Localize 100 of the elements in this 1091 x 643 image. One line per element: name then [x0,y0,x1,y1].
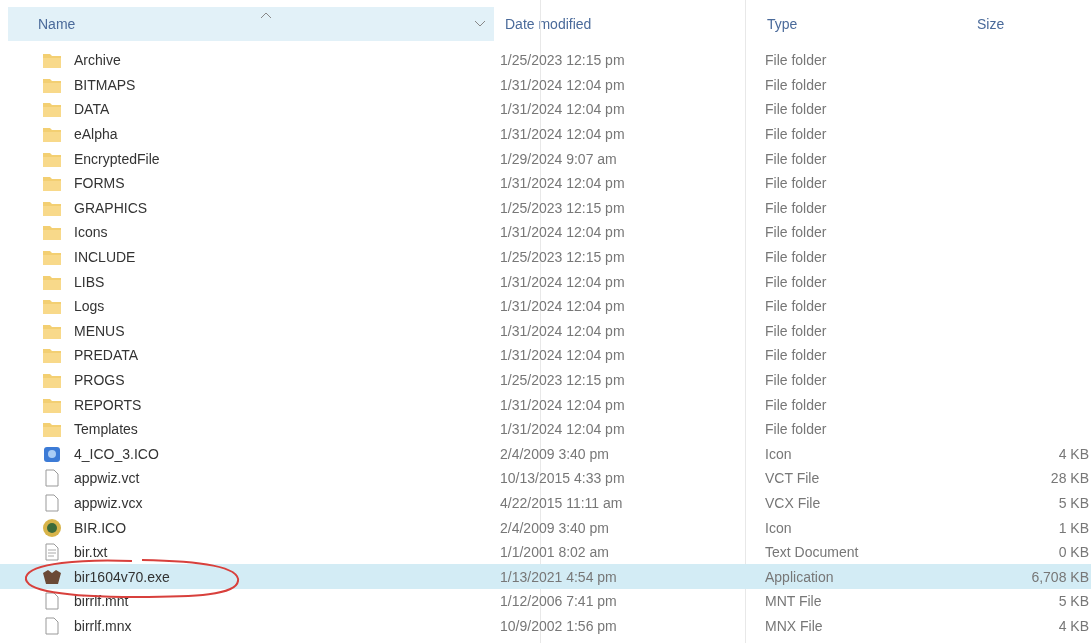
date-modified: 1/31/2024 12:04 pm [500,396,626,413]
date-modified: 1/31/2024 12:04 pm [500,76,626,93]
file-name: REPORTS [74,396,142,413]
file-type: File folder [764,175,828,192]
file-name: appwiz.vcx [74,495,143,511]
date-modified: 1/25/2023 12:15 pm [500,199,626,216]
text-file-icon [42,542,62,563]
file-row[interactable]: Templates 1/31/2024 12:04 pm File folder [0,416,1091,442]
file-row[interactable]: Logs 1/31/2024 12:04 pm File folder [0,293,1091,319]
file-row[interactable]: GRAPHICS 1/25/2023 12:15 pm File folder [0,195,1091,221]
file-row[interactable]: MENUS 1/31/2024 12:04 pm File folder [0,318,1091,344]
file-type: File folder [764,224,828,241]
date-modified: 1/25/2023 12:15 pm [500,372,626,388]
file-row[interactable]: bir1604v70.exe 1/13/2021 4:54 pm Application 6,708 KB [0,564,1091,590]
file-row[interactable]: PROGS 1/25/2023 12:15 pm File folder [0,367,1091,393]
file-type: File folder [764,150,828,167]
file-type: File folder [764,372,828,388]
file-row[interactable]: birrlf.mnx 10/9/2002 1:56 pm MNX File 4 KB [0,613,1091,639]
file-icon [42,591,62,612]
date-modified: 1/31/2024 12:04 pm [500,101,626,118]
file-type: File folder [764,322,828,339]
date-modified: 1/31/2024 12:04 pm [500,421,626,438]
file-type: File folder [764,347,828,364]
file-size: 0 KB [1057,544,1090,561]
file-size: 5 KB [1057,593,1090,610]
file-type: File folder [764,76,828,93]
date-modified: 10/13/2015 4:33 pm [500,470,626,487]
file-row[interactable]: INCLUDE 1/25/2023 12:15 pm File folder [0,244,1091,270]
file-size: 4 KB [1057,617,1090,634]
file-type: File folder [764,199,828,216]
column-header[interactable]: Size [965,16,1091,32]
file-type: Application [764,568,835,585]
sort-caret-icon [260,11,272,19]
date-modified: 4/22/2015 11:11 am [500,495,624,511]
file-name: INCLUDE [74,249,136,266]
file-type: File folder [764,273,828,290]
file-size: 4 KB [1057,445,1090,462]
file-name: GRAPHICS [74,199,148,216]
file-type: File folder [764,249,828,266]
emblem-icon [42,517,62,538]
file-type: File folder [764,101,828,118]
file-size: 6,708 KB [1030,568,1090,585]
date-modified: 1/31/2024 12:04 pm [500,224,626,241]
file-row[interactable]: Icons 1/31/2024 12:04 pm File folder [0,220,1091,245]
file-type: File folder [764,396,828,413]
file-size: 5 KB [1057,495,1090,511]
file-icon [42,468,62,489]
file-row[interactable]: 4_ICO_3.ICO 2/4/2009 3:40 pm Icon 4 KB [0,441,1091,467]
file-type: VCX File [764,495,822,511]
file-name: birrlf.mnt [74,593,129,610]
file-type: MNX File [764,617,824,634]
date-modified: 1/1/2001 8:02 am [500,544,610,561]
file-name: BITMAPS [74,76,136,93]
file-name: BIR.ICO [74,519,127,536]
file-name: bir1604v70.exe [74,568,170,585]
file-row[interactable]: PREDATA 1/31/2024 12:04 pm File folder [0,343,1091,368]
file-row[interactable]: birrlf.mnt 1/12/2006 7:41 pm MNT File 5 KB [0,589,1091,614]
column-header[interactable]: Name [8,7,494,41]
file-name: birrlf.mnx [74,617,132,634]
file-type: Icon [764,445,793,462]
file-row[interactable]: REPORTS 1/31/2024 12:04 pm File folder [0,392,1091,417]
date-modified: 1/31/2024 12:04 pm [500,126,626,143]
file-name: EncryptedFile [74,150,160,167]
file-row[interactable]: EncryptedFile 1/29/2024 9:07 am File folder [0,146,1091,171]
file-size: 1 KB [1057,519,1090,536]
file-row[interactable]: BITMAPS 1/31/2024 12:04 pm File folder [0,72,1091,98]
file-name: appwiz.vct [74,470,140,487]
file-type: Icon [764,519,793,536]
date-modified: 10/9/2002 1:56 pm [500,617,618,634]
file-size: 28 KB [1049,470,1090,487]
file-name: PROGS [74,372,125,388]
file-name: Templates [74,421,138,438]
file-name: PREDATA [74,347,139,364]
file-row[interactable]: BIR.ICO 2/4/2009 3:40 pm Icon 1 KB [0,515,1091,540]
date-modified: 1/31/2024 12:04 pm [500,298,626,315]
file-row[interactable]: eAlpha 1/31/2024 12:04 pm File folder [0,121,1091,147]
chevron-down-icon[interactable] [474,20,486,28]
date-modified: 1/31/2024 12:04 pm [500,175,626,192]
file-row[interactable]: bir.txt 1/1/2001 8:02 am Text Document 0 KB [0,539,1091,565]
file-type: Text Document [764,544,860,561]
file-row[interactable]: appwiz.vcx 4/22/2015 11:11 am VCX File 5 KB [0,490,1091,516]
date-modified: 1/25/2023 12:15 pm [500,52,626,69]
file-row[interactable]: Archive 1/25/2023 12:15 pm File folder [0,48,1091,73]
date-modified: 1/31/2024 12:04 pm [500,273,626,290]
file-row[interactable]: appwiz.vct 10/13/2015 4:33 pm VCT File 28 KB [0,466,1091,491]
file-icon [42,493,62,513]
column-header[interactable]: Date modified [500,16,750,32]
file-type: VCT File [764,470,821,487]
file-row[interactable]: FORMS 1/31/2024 12:04 pm File folder [0,170,1091,196]
file-name: LIBS [74,273,105,290]
file-type: File folder [764,126,828,143]
column-header[interactable]: Type [750,16,965,32]
file-row[interactable]: DATA 1/31/2024 12:04 pm File folder [0,97,1091,122]
file-type: MNT File [764,593,823,610]
file-name: Archive [74,52,121,69]
file-type: File folder [764,298,828,315]
date-modified: 1/12/2006 7:41 pm [500,593,618,610]
date-modified: 1/29/2024 9:07 am [500,150,618,167]
date-modified: 1/25/2023 12:15 pm [500,249,626,266]
file-row[interactable]: LIBS 1/31/2024 12:04 pm File folder [0,269,1091,294]
